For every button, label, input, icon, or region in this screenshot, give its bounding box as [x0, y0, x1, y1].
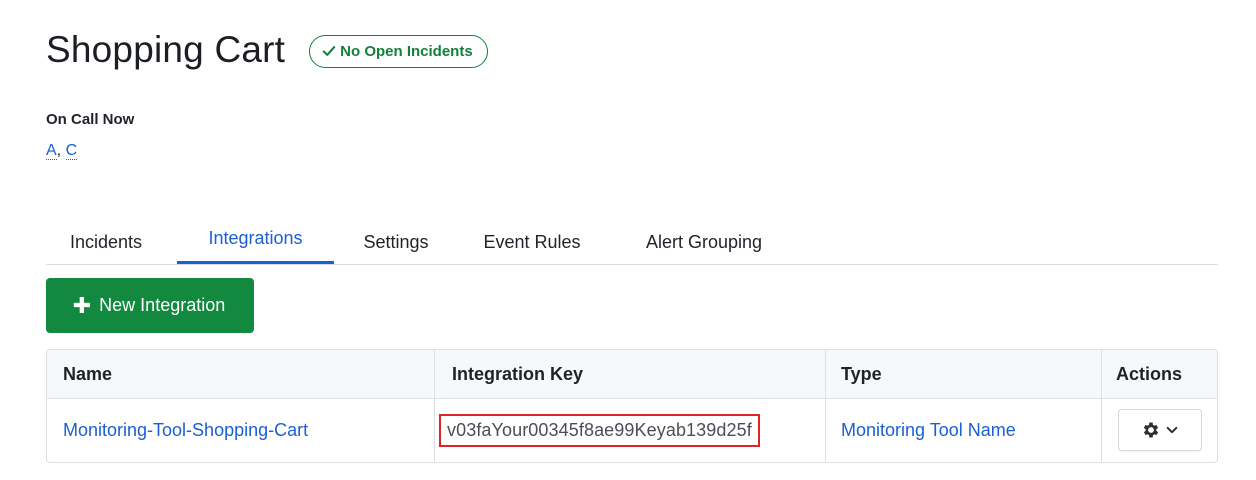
on-call-label: On Call Now	[46, 111, 135, 128]
type-cell: Monitoring Tool Name	[841, 398, 1091, 462]
actions-dropdown-button[interactable]	[1118, 409, 1202, 451]
on-call-separator: ,	[56, 142, 62, 159]
plus-icon: ✚	[72, 292, 92, 318]
tab-alert-grouping[interactable]: Alert Grouping	[624, 222, 784, 262]
column-divider	[434, 350, 435, 462]
actions-cell	[1118, 398, 1217, 462]
checkmark-icon	[322, 46, 336, 56]
integration-type-link[interactable]: Monitoring Tool Name	[841, 420, 1016, 441]
header-actions: Actions	[1116, 363, 1183, 384]
gear-icon	[1143, 422, 1159, 438]
integrations-table: Name Integration Key Type Actions Monito…	[46, 349, 1218, 463]
service-tabs: Incidents Integrations Settings Event Ru…	[46, 222, 1218, 265]
column-divider	[825, 350, 826, 462]
integration-name-link[interactable]: Monitoring-Tool-Shopping-Cart	[63, 420, 308, 441]
on-call-users: A, C	[46, 142, 78, 160]
new-integration-label: New Integration	[99, 295, 226, 315]
chevron-down-icon	[1166, 426, 1178, 434]
tab-event-rules[interactable]: Event Rules	[466, 222, 598, 262]
table-row: Monitoring-Tool-Shopping-Cart	[63, 398, 423, 462]
header-integration-key: Integration Key	[452, 363, 584, 384]
tab-integrations[interactable]: Integrations	[177, 222, 334, 264]
new-integration-button[interactable]: ✚ New Integration	[46, 278, 254, 333]
on-call-user-c[interactable]: C	[65, 142, 78, 160]
header-type[interactable]: Type	[841, 350, 1091, 398]
column-divider	[1101, 350, 1102, 462]
header-name[interactable]: Name	[63, 350, 423, 398]
status-badge: No Open Incidents	[309, 34, 488, 68]
page-header: Shopping Cart No Open Incidents	[46, 28, 488, 72]
integration-key-cell: v03faYour00345f8ae99Keyab139d25f	[439, 398, 823, 462]
page-title: Shopping Cart	[46, 29, 286, 70]
status-badge-label: No Open Incidents	[340, 42, 473, 60]
tab-incidents[interactable]: Incidents	[56, 222, 156, 262]
tab-settings[interactable]: Settings	[346, 222, 446, 262]
integration-key-value[interactable]: v03faYour00345f8ae99Keyab139d25f	[439, 413, 760, 447]
on-call-user-a[interactable]: A	[46, 142, 57, 160]
